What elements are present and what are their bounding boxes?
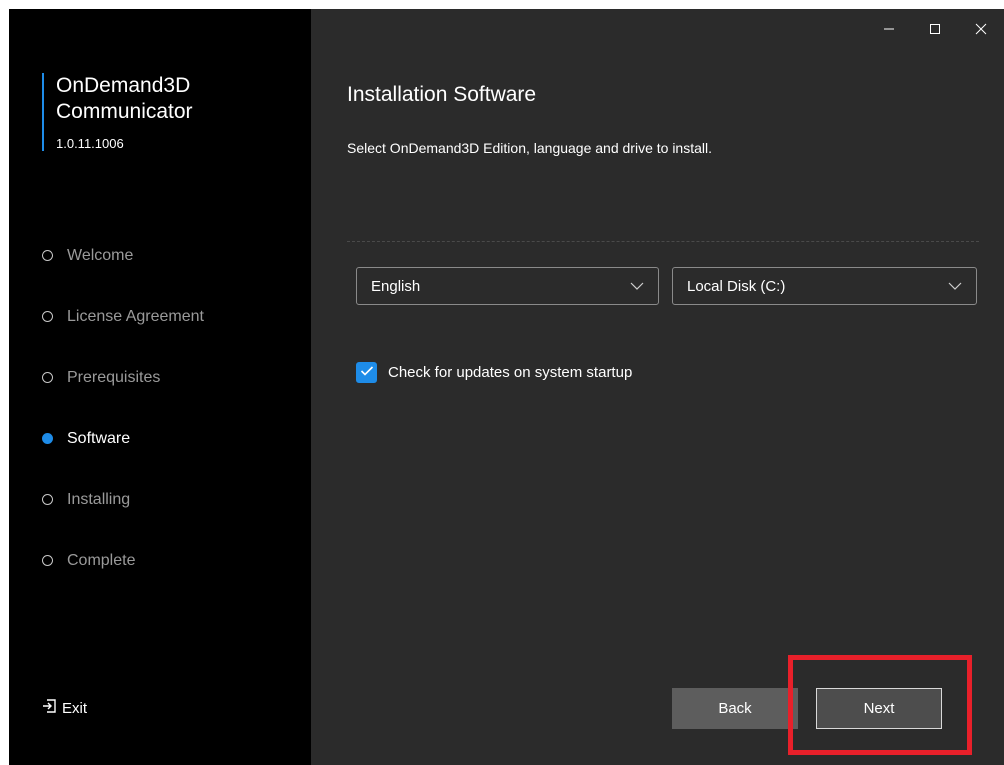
chevron-down-icon — [948, 277, 962, 295]
step-label: Complete — [67, 551, 136, 569]
step-indicator-icon — [42, 555, 53, 566]
page-subtitle: Select OnDemand3D Edition, language and … — [347, 140, 712, 156]
sidebar: OnDemand3D Communicator 1.0.11.1006 Welc… — [9, 9, 311, 765]
close-button[interactable] — [958, 9, 1004, 53]
step-prerequisites: Prerequisites — [42, 347, 204, 408]
step-label: Installing — [67, 490, 131, 508]
step-license-agreement: License Agreement — [42, 286, 204, 347]
language-select-value: English — [371, 277, 421, 295]
step-welcome: Welcome — [42, 225, 204, 286]
step-label: Welcome — [67, 246, 134, 264]
next-button[interactable]: Next — [816, 688, 942, 729]
step-indicator-icon — [42, 250, 53, 261]
step-installing: Installing — [42, 469, 204, 530]
main-panel: Installation Software Select OnDemand3D … — [311, 9, 1004, 765]
back-button[interactable]: Back — [672, 688, 798, 729]
close-icon — [975, 22, 987, 40]
brand: OnDemand3D Communicator 1.0.11.1006 — [42, 73, 193, 151]
step-complete: Complete — [42, 530, 204, 591]
step-indicator-icon — [42, 372, 53, 383]
app-name-line1: OnDemand3D — [56, 74, 191, 97]
checkbox-box[interactable] — [356, 362, 377, 383]
window-controls — [866, 9, 1004, 53]
check-icon — [360, 364, 374, 382]
page-title: Installation Software — [347, 83, 537, 106]
step-indicator-icon — [42, 494, 53, 505]
update-check-checkbox[interactable]: Check for updates on system startup — [356, 362, 632, 383]
maximize-icon — [929, 22, 941, 40]
exit-label: Exit — [62, 699, 88, 717]
step-indicator-icon — [42, 311, 53, 322]
divider — [347, 241, 979, 242]
step-list: Welcome License Agreement Prerequisites … — [42, 225, 204, 591]
step-indicator-active-icon — [42, 433, 53, 444]
minimize-icon — [883, 22, 895, 40]
app-version: 1.0.11.1006 — [56, 136, 124, 151]
chevron-down-icon — [630, 277, 644, 295]
drive-select-value: Local Disk (C:) — [687, 277, 786, 295]
language-select[interactable]: English — [356, 267, 659, 305]
step-label: Software — [67, 429, 131, 447]
step-software: Software — [42, 408, 204, 469]
app-name-line2: Communicator — [56, 100, 193, 123]
maximize-button[interactable] — [912, 9, 958, 53]
update-check-label: Check for updates on system startup — [388, 364, 633, 381]
drive-select[interactable]: Local Disk (C:) — [672, 267, 977, 305]
step-label: Prerequisites — [67, 368, 161, 386]
exit-icon — [42, 699, 62, 717]
step-label: License Agreement — [67, 307, 204, 325]
exit-button[interactable]: Exit — [42, 699, 87, 717]
minimize-button[interactable] — [866, 9, 912, 53]
installer-window: OnDemand3D Communicator 1.0.11.1006 Welc… — [9, 9, 1004, 765]
